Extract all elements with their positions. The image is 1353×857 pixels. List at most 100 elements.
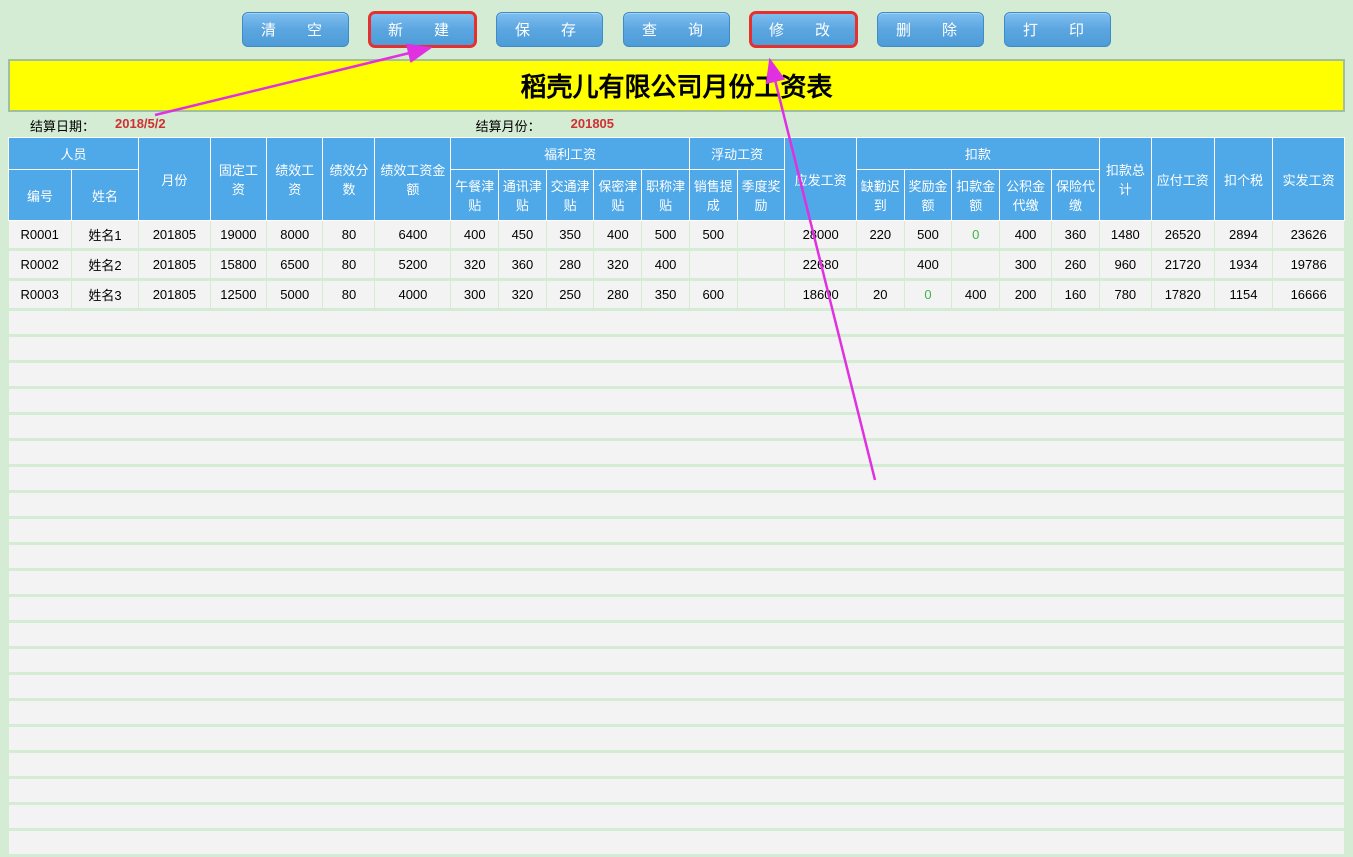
cell-quarter[interactable] (737, 250, 785, 280)
modify-button[interactable]: 修 改 (750, 12, 857, 47)
table-row[interactable]: R0001姓名120180519000800080640040045035040… (9, 221, 1345, 250)
clear-button[interactable]: 清 空 (242, 12, 349, 47)
print-button[interactable]: 打 印 (1004, 12, 1111, 47)
cell-no[interactable]: R0002 (9, 250, 72, 280)
query-button[interactable]: 查 询 (623, 12, 730, 47)
cell-lunch[interactable]: 400 (451, 221, 499, 250)
settle-month-label: 结算月份： (476, 116, 541, 135)
cell-absent[interactable]: 220 (856, 221, 904, 250)
cell-no[interactable]: R0003 (9, 280, 72, 310)
cell-fund[interactable]: 300 (1000, 250, 1052, 280)
cell-fixed[interactable]: 19000 (210, 221, 266, 250)
cell-tax[interactable]: 1934 (1214, 250, 1273, 280)
empty-cell (9, 518, 1345, 544)
cell-name[interactable]: 姓名2 (71, 250, 138, 280)
cell-month[interactable]: 201805 (139, 250, 211, 280)
th-tax: 扣个税 (1214, 138, 1273, 221)
cell-absent[interactable]: 20 (856, 280, 904, 310)
delete-button[interactable]: 删 除 (877, 12, 984, 47)
cell-bonus[interactable]: 500 (904, 221, 952, 250)
cell-sales[interactable] (689, 250, 737, 280)
cell-fixed[interactable]: 12500 (210, 280, 266, 310)
cell-secret[interactable]: 280 (594, 280, 642, 310)
cell-tax[interactable]: 1154 (1214, 280, 1273, 310)
cell-dtot[interactable]: 780 (1099, 280, 1151, 310)
th-welfare: 福利工资 (451, 138, 690, 170)
cell-bonus[interactable]: 0 (904, 280, 952, 310)
cell-score[interactable]: 80 (323, 221, 375, 250)
cell-quarter[interactable] (737, 280, 785, 310)
cell-perf_amt[interactable]: 5200 (375, 250, 451, 280)
cell-name[interactable]: 姓名3 (71, 280, 138, 310)
cell-net[interactable]: 17820 (1151, 280, 1214, 310)
cell-trans[interactable]: 250 (546, 280, 594, 310)
cell-actual[interactable]: 23626 (1273, 221, 1345, 250)
cell-dtot[interactable]: 960 (1099, 250, 1151, 280)
cell-no[interactable]: R0001 (9, 221, 72, 250)
th-ins: 保险代缴 (1052, 170, 1100, 221)
cell-comm[interactable]: 360 (499, 250, 547, 280)
table-row-empty (9, 726, 1345, 752)
empty-cell (9, 466, 1345, 492)
cell-quarter[interactable] (737, 221, 785, 250)
cell-sales[interactable]: 600 (689, 280, 737, 310)
cell-name[interactable]: 姓名1 (71, 221, 138, 250)
cell-perf[interactable]: 5000 (267, 280, 323, 310)
cell-net[interactable]: 26520 (1151, 221, 1214, 250)
cell-perf[interactable]: 8000 (267, 221, 323, 250)
cell-actual[interactable]: 19786 (1273, 250, 1345, 280)
cell-deduct[interactable] (952, 250, 1000, 280)
cell-ins[interactable]: 360 (1052, 221, 1100, 250)
cell-secret[interactable]: 320 (594, 250, 642, 280)
cell-trans[interactable]: 350 (546, 221, 594, 250)
table-row-empty (9, 622, 1345, 648)
cell-comm[interactable]: 320 (499, 280, 547, 310)
cell-score[interactable]: 80 (323, 280, 375, 310)
cell-title[interactable]: 350 (642, 280, 690, 310)
th-fixed: 固定工资 (210, 138, 266, 221)
cell-tax[interactable]: 2894 (1214, 221, 1273, 250)
cell-title[interactable]: 400 (642, 250, 690, 280)
cell-lunch[interactable]: 300 (451, 280, 499, 310)
cell-deduct[interactable]: 0 (952, 221, 1000, 250)
cell-gross[interactable]: 22680 (785, 250, 857, 280)
cell-title[interactable]: 500 (642, 221, 690, 250)
cell-comm[interactable]: 450 (499, 221, 547, 250)
th-actual: 实发工资 (1273, 138, 1345, 221)
table-row[interactable]: R0003姓名320180512500500080400030032025028… (9, 280, 1345, 310)
cell-fund[interactable]: 200 (1000, 280, 1052, 310)
cell-gross[interactable]: 18600 (785, 280, 857, 310)
empty-cell (9, 700, 1345, 726)
table-row-empty (9, 830, 1345, 856)
new-button[interactable]: 新 建 (369, 12, 476, 47)
cell-perf_amt[interactable]: 4000 (375, 280, 451, 310)
cell-net[interactable]: 21720 (1151, 250, 1214, 280)
cell-actual[interactable]: 16666 (1273, 280, 1345, 310)
table-row[interactable]: R0002姓名220180515800650080520032036028032… (9, 250, 1345, 280)
cell-ins[interactable]: 260 (1052, 250, 1100, 280)
cell-trans[interactable]: 280 (546, 250, 594, 280)
cell-gross[interactable]: 28000 (785, 221, 857, 250)
table-row-empty (9, 310, 1345, 336)
cell-lunch[interactable]: 320 (451, 250, 499, 280)
empty-cell (9, 544, 1345, 570)
empty-cell (9, 362, 1345, 388)
cell-perf_amt[interactable]: 6400 (375, 221, 451, 250)
empty-cell (9, 752, 1345, 778)
cell-absent[interactable] (856, 250, 904, 280)
empty-cell (9, 674, 1345, 700)
cell-secret[interactable]: 400 (594, 221, 642, 250)
save-button[interactable]: 保 存 (496, 12, 603, 47)
cell-ins[interactable]: 160 (1052, 280, 1100, 310)
cell-dtot[interactable]: 1480 (1099, 221, 1151, 250)
cell-month[interactable]: 201805 (139, 221, 211, 250)
cell-perf[interactable]: 6500 (267, 250, 323, 280)
cell-fixed[interactable]: 15800 (210, 250, 266, 280)
empty-cell (9, 830, 1345, 856)
cell-deduct[interactable]: 400 (952, 280, 1000, 310)
cell-sales[interactable]: 500 (689, 221, 737, 250)
cell-month[interactable]: 201805 (139, 280, 211, 310)
cell-fund[interactable]: 400 (1000, 221, 1052, 250)
cell-score[interactable]: 80 (323, 250, 375, 280)
cell-bonus[interactable]: 400 (904, 250, 952, 280)
